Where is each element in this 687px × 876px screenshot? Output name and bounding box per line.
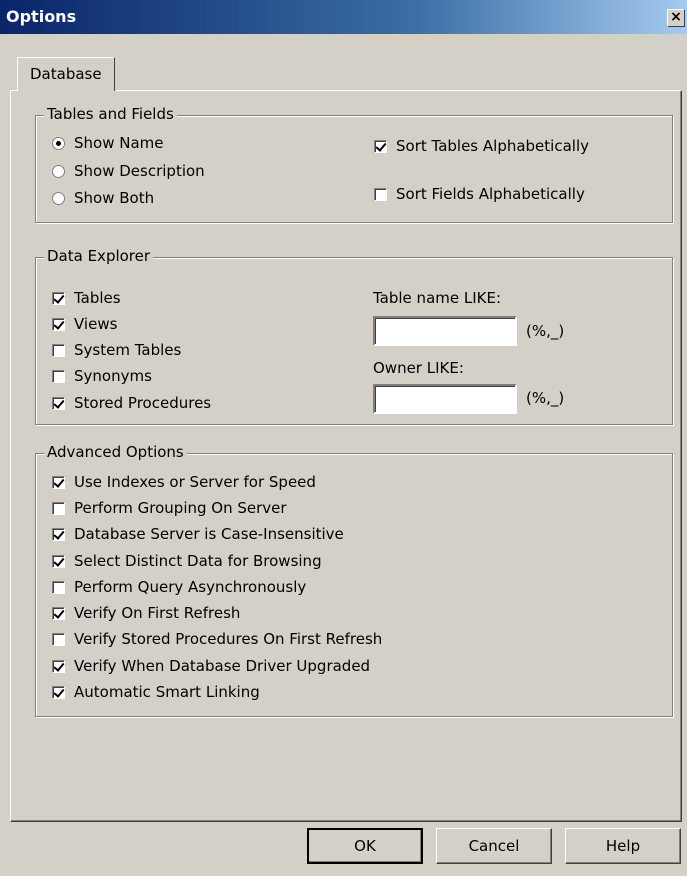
radio-label: Show Both (74, 189, 155, 207)
window-title: Options (6, 7, 77, 26)
checkbox-label: Database Server is Case-Insensitive (74, 525, 344, 543)
checkbox[interactable] (52, 475, 65, 489)
dialog-body: Database Tables and Fields Show Name Sho… (0, 34, 687, 876)
radio-show-description[interactable]: Show Description (52, 162, 205, 180)
cancel-button[interactable]: Cancel (436, 828, 552, 864)
checkbox[interactable] (52, 501, 65, 515)
checkbox-label: Verify When Database Driver Upgraded (74, 657, 371, 675)
checkbox-label: Perform Grouping On Server (74, 499, 287, 517)
table-name-like-label: Table name LIKE: (373, 289, 502, 307)
check-sort-fields[interactable]: Sort Fields Alphabetically (374, 185, 585, 203)
radio-label: Show Description (74, 162, 205, 180)
radio-button[interactable] (52, 136, 65, 150)
checkbox[interactable] (52, 396, 65, 410)
tab-database[interactable]: Database (17, 57, 115, 91)
check-smart-linking[interactable]: Automatic Smart Linking (52, 683, 260, 701)
check-case-insensitive[interactable]: Database Server is Case-Insensitive (52, 525, 344, 543)
checkbox-label: Stored Procedures (74, 394, 212, 412)
close-button[interactable]: × (667, 9, 685, 27)
check-verify-driver-upgraded[interactable]: Verify When Database Driver Upgraded (52, 657, 370, 675)
radio-show-name[interactable]: Show Name (52, 134, 164, 152)
table-name-like-input[interactable] (373, 316, 517, 346)
check-select-distinct[interactable]: Select Distinct Data for Browsing (52, 552, 322, 570)
title-bar: Options × (0, 0, 687, 34)
checkbox-label: Sort Tables Alphabetically (396, 137, 589, 155)
checkbox-label: Select Distinct Data for Browsing (74, 552, 322, 570)
owner-like-hint: (%,_) (526, 389, 565, 407)
radio-label: Show Name (74, 134, 164, 152)
check-verify-first-refresh[interactable]: Verify On First Refresh (52, 604, 240, 622)
ok-button[interactable]: OK (307, 828, 423, 864)
checkbox[interactable] (52, 291, 65, 305)
owner-like-input[interactable] (373, 384, 517, 414)
help-button[interactable]: Help (565, 828, 681, 864)
checkbox-label: Tables (74, 289, 121, 307)
checkbox-label: Use Indexes or Server for Speed (74, 473, 316, 491)
check-system-tables[interactable]: System Tables (52, 341, 181, 359)
checkbox-label: Sort Fields Alphabetically (396, 185, 585, 203)
checkbox-label: Synonyms (74, 367, 152, 385)
advanced-options-group: Advanced Options Use Indexes or Server f… (35, 443, 673, 717)
checkbox[interactable] (52, 685, 65, 699)
check-verify-stored-procs[interactable]: Verify Stored Procedures On First Refres… (52, 630, 382, 648)
checkbox[interactable] (52, 659, 65, 673)
checkbox[interactable] (52, 369, 65, 383)
checkbox[interactable] (52, 527, 65, 541)
owner-like-label: Owner LIKE: (373, 359, 464, 377)
checkbox[interactable] (52, 554, 65, 568)
tables-and-fields-group: Tables and Fields Show Name Show Descrip… (35, 105, 673, 223)
checkbox[interactable] (52, 317, 65, 331)
radio-button[interactable] (52, 164, 65, 178)
check-synonyms[interactable]: Synonyms (52, 367, 152, 385)
checkbox[interactable] (52, 632, 65, 646)
checkbox[interactable] (52, 606, 65, 620)
checkbox[interactable] (52, 343, 65, 357)
checkbox-label: Automatic Smart Linking (74, 683, 260, 701)
radio-show-both[interactable]: Show Both (52, 189, 154, 207)
check-views[interactable]: Views (52, 315, 117, 333)
checkbox-label: Verify On First Refresh (74, 604, 241, 622)
group-legend: Data Explorer (44, 247, 154, 265)
check-grouping-on-server[interactable]: Perform Grouping On Server (52, 499, 287, 517)
table-name-like-hint: (%,_) (526, 322, 565, 340)
radio-button[interactable] (52, 191, 65, 205)
checkbox-label: System Tables (74, 341, 182, 359)
checkbox-label: Views (74, 315, 118, 333)
group-legend: Advanced Options (44, 443, 187, 461)
checkbox-label: Verify Stored Procedures On First Refres… (74, 630, 383, 648)
check-stored-procedures[interactable]: Stored Procedures (52, 394, 211, 412)
tab-panel: Tables and Fields Show Name Show Descrip… (10, 90, 682, 822)
checkbox-label: Perform Query Asynchronously (74, 578, 307, 596)
check-tables[interactable]: Tables (52, 289, 121, 307)
checkbox[interactable] (374, 187, 387, 201)
check-use-indexes[interactable]: Use Indexes or Server for Speed (52, 473, 316, 491)
checkbox[interactable] (52, 580, 65, 594)
data-explorer-group: Data Explorer Tables Views System Tables… (35, 247, 673, 425)
check-query-async[interactable]: Perform Query Asynchronously (52, 578, 306, 596)
checkbox[interactable] (374, 139, 387, 153)
group-legend: Tables and Fields (44, 105, 177, 123)
check-sort-tables[interactable]: Sort Tables Alphabetically (374, 137, 589, 155)
